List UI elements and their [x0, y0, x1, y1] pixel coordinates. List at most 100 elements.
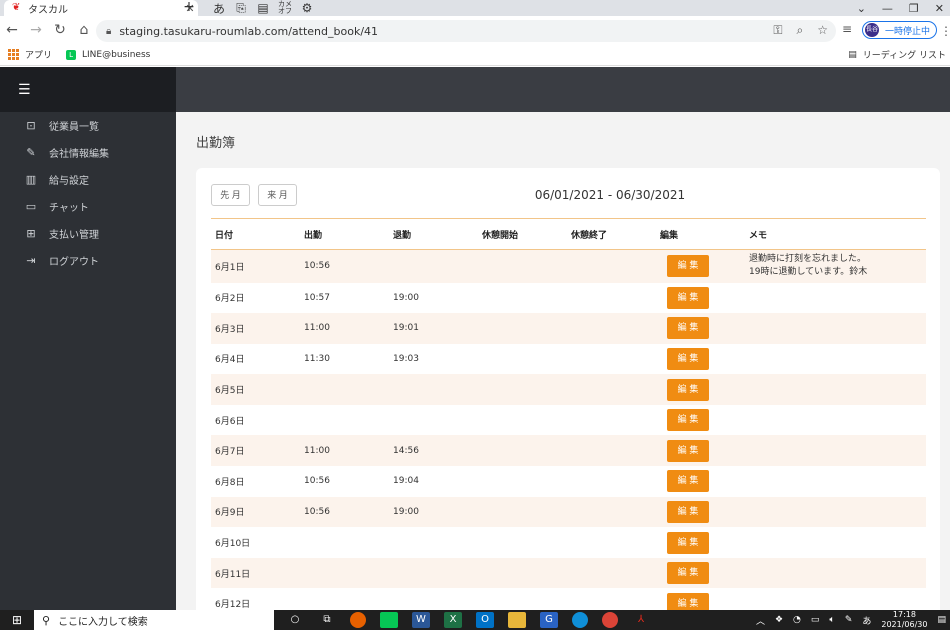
sidebar-item-label: ログアウト: [49, 257, 99, 268]
reload-icon[interactable]: ↻: [48, 22, 72, 38]
reading-list[interactable]: ▤ リーディング リスト: [848, 48, 946, 62]
battery-icon[interactable]: ▭: [811, 615, 820, 625]
sidebar-item-logout[interactable]: ⇥ ログアウト: [0, 247, 176, 274]
tray-chevron-icon[interactable]: ︿: [756, 614, 765, 627]
edit-button[interactable]: 編 集: [667, 439, 709, 462]
sidebar-item-label: 支払い管理: [49, 230, 99, 241]
new-tab-button[interactable]: +: [180, 0, 198, 16]
cell-memo: [745, 344, 926, 375]
bookmark-line-business[interactable]: L LINE@business: [66, 49, 151, 60]
zoom-icon[interactable]: ⌕: [797, 23, 804, 38]
bookmark-apps[interactable]: アプリ: [8, 48, 52, 61]
reading-queue-icon[interactable]: ≡: [842, 22, 852, 36]
tab-title: タスカル: [28, 4, 68, 16]
cell-break-end: [567, 250, 656, 283]
sidebar-item-company-edit[interactable]: ✎ 会社情報編集: [0, 139, 176, 166]
notification-icon[interactable]: ▤: [937, 615, 946, 625]
sidebar-item-label: 給与設定: [49, 176, 89, 187]
ime-indicator[interactable]: あ: [862, 614, 871, 627]
edit-button[interactable]: 編 集: [667, 286, 709, 309]
col-header-edit: 編集: [660, 230, 679, 241]
acrobat-icon[interactable]: ⅄: [632, 612, 650, 628]
address-bar[interactable]: 🔒︎ staging.tasukaru-roumlab.com/attend_b…: [96, 20, 836, 42]
windows-start-icon[interactable]: ⊞: [0, 613, 34, 627]
edit-button[interactable]: 編 集: [667, 347, 709, 370]
file-explorer-icon[interactable]: [508, 612, 526, 628]
taskbar-search-placeholder: ここに入力して検索: [58, 616, 148, 628]
dropbox-icon[interactable]: ❖: [775, 615, 783, 625]
firefox-icon[interactable]: [350, 612, 366, 628]
cell-clock-in: 10:56: [304, 506, 330, 517]
task-view-icon[interactable]: ⧉: [318, 612, 336, 628]
sidebar-item-payment[interactable]: ⊞ 支払い管理: [0, 220, 176, 247]
profile-chevron-icon[interactable]: ⌄: [857, 2, 866, 15]
volume-icon[interactable]: 🔈︎: [829, 615, 834, 625]
sidebar-item-salary-settings[interactable]: ▥ 給与設定: [0, 166, 176, 193]
chrome-icon[interactable]: [602, 612, 618, 628]
forward-arrow-icon[interactable]: →: [24, 22, 48, 38]
word-icon[interactable]: W: [412, 612, 430, 628]
pen-icon[interactable]: ✎: [845, 615, 853, 625]
notes-extension-icon[interactable]: ▤: [256, 1, 270, 15]
clipboard-extension-icon[interactable]: ⎘: [234, 1, 248, 16]
edit-button[interactable]: 編 集: [667, 531, 709, 554]
cell-edit: 編 集: [656, 466, 745, 497]
gear-icon[interactable]: ⚙: [300, 1, 314, 15]
cortana-icon[interactable]: ○: [286, 612, 304, 628]
cell-clock-out: 19:00: [393, 506, 419, 517]
edit-icon: ✎: [26, 146, 36, 159]
col-header-date: 日付: [215, 230, 234, 241]
col-header-break-start: 休憩開始: [482, 230, 519, 241]
bookmarks-bar: アプリ L LINE@business ▤ リーディング リスト: [0, 44, 950, 66]
cell-break-end: [567, 313, 656, 344]
edit-button[interactable]: 編 集: [667, 317, 709, 340]
menu-toggle-icon[interactable]: ☰: [18, 82, 31, 98]
bookmark-line-label: LINE@business: [82, 49, 151, 60]
edit-button[interactable]: 編 集: [667, 500, 709, 523]
edit-button[interactable]: 編 集: [667, 255, 709, 278]
sidebar-item-chat[interactable]: ▭ チャット: [0, 193, 176, 220]
back-arrow-icon[interactable]: ←: [0, 22, 24, 38]
taskbar-search[interactable]: ⚲ ここに入力して検索: [34, 610, 274, 630]
edit-button[interactable]: 編 集: [667, 409, 709, 432]
star-icon[interactable]: ☆: [817, 23, 828, 38]
url-text: staging.tasukaru-roumlab.com/attend_book…: [119, 24, 379, 38]
home-icon[interactable]: ⌂: [72, 22, 96, 38]
taskbar-clock[interactable]: 17:18 2021/06/30: [881, 610, 927, 630]
col-header-memo: メモ: [749, 230, 768, 241]
table-header-row: 日付 出勤 退勤 休憩開始 休憩終了 編集 メモ: [211, 218, 926, 250]
key-icon[interactable]: ⚿: [773, 23, 782, 38]
browser-tab-bar: ❦ タスカル ✕ + あ ⎘ ▤ カメ オフ ⚙ ⌄ — ❐ ✕: [0, 0, 950, 16]
maximize-icon[interactable]: ❐: [909, 2, 919, 15]
profile-pause-button[interactable]: 長谷 一時停止中: [862, 21, 938, 39]
sidebar-item-employees[interactable]: ⊡ 従業員一覧: [0, 112, 176, 139]
cell-memo: [745, 435, 926, 466]
col-header-clock-out: 退勤: [393, 230, 412, 241]
attendance-table: 日付 出勤 退勤 休憩開始 休憩終了 編集 メモ 6月1日 10:56 編 集 退勤時…: [211, 218, 926, 619]
cell-date: 6月4日: [215, 355, 245, 366]
browser-menu-icon[interactable]: ⋮: [940, 24, 950, 38]
browser-tab[interactable]: ❦ タスカル ✕: [4, 0, 198, 16]
g-app-icon[interactable]: G: [540, 612, 558, 628]
cell-break-end: [567, 558, 656, 589]
apps-grid-icon: [8, 49, 19, 60]
edge-icon[interactable]: [572, 612, 588, 628]
network-icon[interactable]: ◔: [793, 615, 801, 625]
edit-button[interactable]: 編 集: [667, 378, 709, 401]
excel-icon[interactable]: X: [444, 612, 462, 628]
window-close-icon[interactable]: ✕: [935, 2, 944, 15]
cell-memo: [745, 497, 926, 528]
cell-edit: 編 集: [656, 527, 745, 558]
cell-edit: 編 集: [656, 374, 745, 405]
cell-memo: 退勤時に打刻を忘れました。 19時に退勤しています。鈴木: [745, 250, 926, 283]
minimize-icon[interactable]: —: [882, 2, 893, 15]
payment-icon: ⊞: [26, 227, 36, 240]
edit-button[interactable]: 編 集: [667, 562, 709, 585]
bookmark-apps-label: アプリ: [25, 51, 53, 61]
edit-button[interactable]: 編 集: [667, 470, 709, 493]
ime-extension-icon[interactable]: あ: [212, 0, 226, 17]
outlook-icon[interactable]: O: [476, 612, 494, 628]
camera-off-extension-icon[interactable]: カメ オフ: [278, 1, 292, 15]
line-app-icon[interactable]: [380, 612, 398, 628]
cell-break-end: [567, 283, 656, 314]
